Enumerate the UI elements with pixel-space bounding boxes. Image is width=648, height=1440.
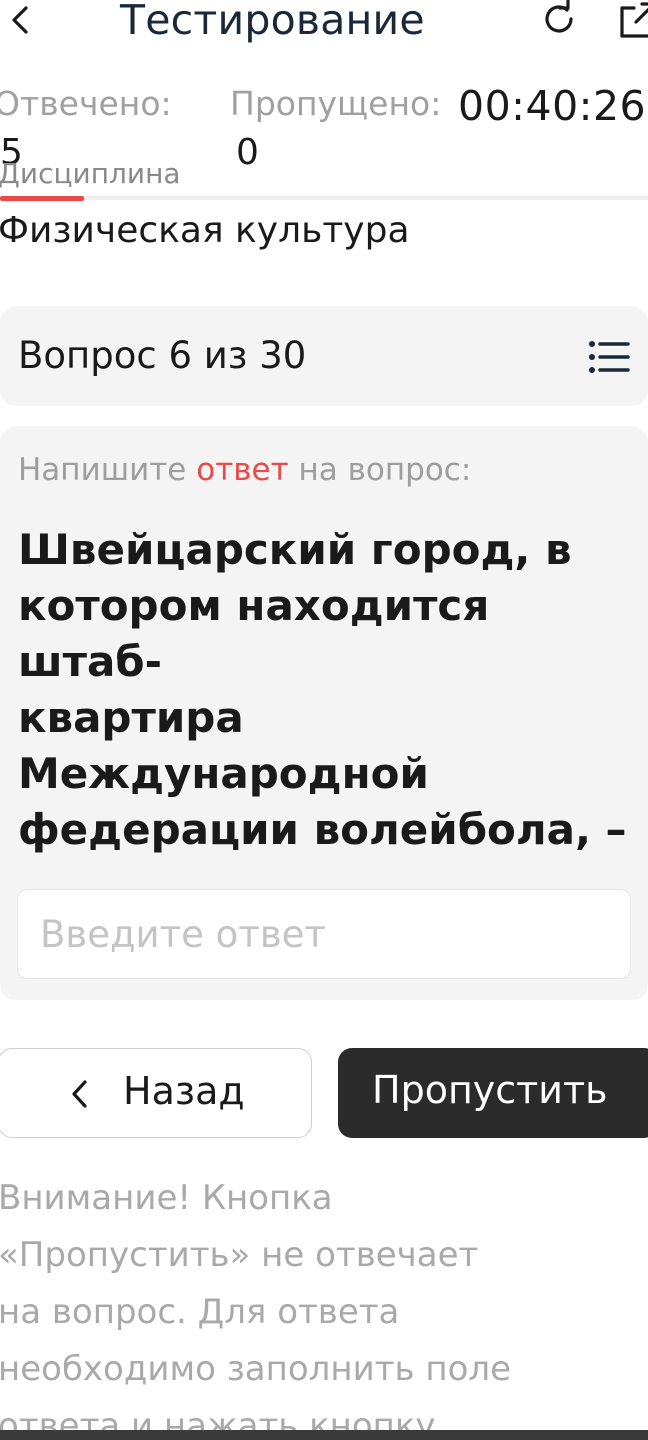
skip-button-label: Пропустить [372, 1068, 608, 1112]
answered-label: Отвечено: [0, 84, 172, 123]
instruction-suffix: на вопрос: [288, 452, 472, 488]
back-button-label: Назад [123, 1069, 245, 1113]
warning-line: на вопрос. Для ответа [0, 1292, 400, 1332]
question-line: котором находится штаб- [18, 581, 490, 686]
page-title: Тестирование [120, 0, 425, 44]
list-icon[interactable] [588, 340, 630, 374]
tab-track [0, 196, 648, 200]
tab-active-indicator [0, 196, 84, 201]
question-instruction: Напишите ответ на вопрос: [18, 452, 471, 488]
warning-line: «Пропустить» не отвечает [0, 1235, 479, 1275]
chevron-left-icon [72, 1080, 87, 1108]
warning-line: необходимо заполнить поле [0, 1349, 512, 1389]
external-link-icon[interactable] [618, 0, 648, 40]
warning-text: Внимание! Кнопка «Пропустить» не отвечае… [0, 1170, 648, 1432]
chevron-left-icon[interactable] [6, 2, 34, 38]
question-line: квартира [18, 693, 244, 742]
question-line: Международной [18, 749, 429, 798]
back-button[interactable]: Назад [0, 1048, 312, 1138]
bottom-bar [0, 1430, 648, 1440]
question-counter: Вопрос 6 из 30 [18, 334, 307, 377]
question-line: федерации волейбола, – [18, 805, 627, 854]
instruction-prefix: Напишите [18, 452, 197, 488]
discipline-name: Физическая культура [0, 210, 410, 251]
skipped-label: Пропущено: [230, 84, 442, 123]
warning-line: Внимание! Кнопка [0, 1178, 333, 1218]
skipped-value: 0 [236, 132, 259, 173]
question-text: Швейцарский город, в котором находится ш… [18, 522, 640, 914]
question-nav-bar: Вопрос 6 из 30 [0, 306, 648, 406]
skip-button[interactable]: Пропустить [338, 1048, 648, 1138]
question-line: Швейцарский город, в [18, 525, 572, 574]
instruction-accent: ответ [196, 452, 289, 488]
app-header: Тестирование [0, 0, 648, 56]
question-card: Напишите ответ на вопрос: Швейцарский го… [0, 426, 648, 1000]
timer: 00:40:26 [458, 82, 647, 130]
refresh-icon[interactable] [540, 0, 578, 38]
warning-line: ответа и нажать кнопку [0, 1406, 436, 1432]
tab-discipline[interactable]: Дисциплина [0, 157, 181, 190]
answer-input[interactable] [17, 889, 631, 979]
